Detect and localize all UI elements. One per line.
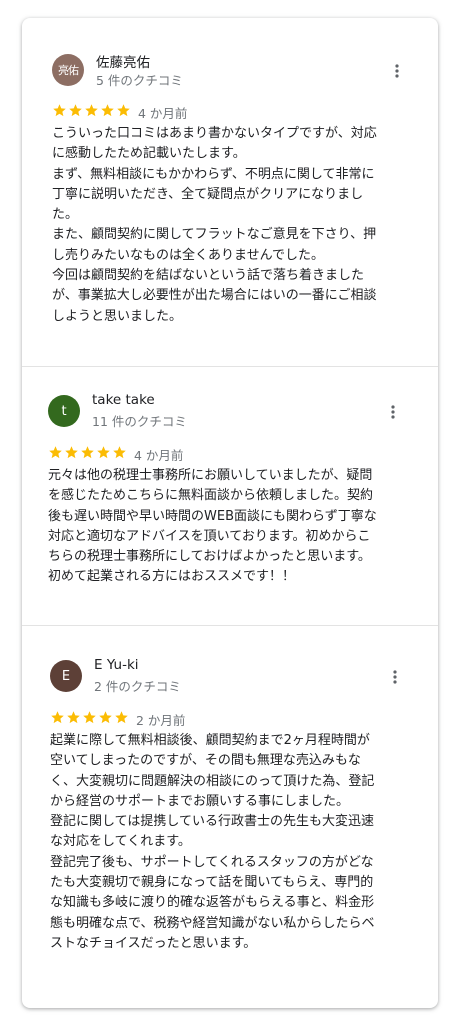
review-text-line: 後も遅い時間や早い時間のWEB面談にも関わらず丁寧な <box>48 508 377 524</box>
review-text-line: しようと思いました。 <box>52 308 183 324</box>
review-text: 起業に際して無料相談後、顧問契約まで2ヶ月程時間が 空いてしまったのですが、その間… <box>50 731 414 954</box>
review-text-line: 初めて起業される方にはおススメです！！ <box>48 569 296 585</box>
reviewer-name[interactable]: 佐藤亮佑 <box>96 51 150 71</box>
review-text-line: 今回は顧問契約を結ばないという話で落ち着きました <box>52 268 365 284</box>
star-rating <box>48 445 127 460</box>
star-icon <box>113 446 126 459</box>
star-icon <box>99 711 112 724</box>
star-icon <box>85 104 98 117</box>
star-icon <box>53 104 66 117</box>
avatar[interactable]: 亮佑 <box>52 54 84 86</box>
review-text-line: から経営のサポートまでお願いする事にしました。 <box>50 793 350 809</box>
star-icon <box>51 711 64 724</box>
review-text-line: ちらの税理士事務所にしておけばよかったと思います。 <box>48 549 371 565</box>
review-date: 2 か月前 <box>136 713 186 728</box>
star-rating <box>50 710 129 725</box>
reviewer-name[interactable]: take take <box>92 392 155 408</box>
review-text-line: 対応と適切なアドバイスを頂いております。初めからこ <box>48 528 371 544</box>
review-text: 元々は他の税理士事務所にお願いしていましたが、疑問 を感じたためこちらに無料面談か… <box>48 466 412 588</box>
review-text-line: 登記完了後も、サポートしてくれるスタッフの方がどな <box>50 854 374 870</box>
avatar[interactable]: t <box>48 395 80 427</box>
reviews-panel: 亮佑 佐藤亮佑 5 件のクチコミ 4 か月前 こういった口コミはあまり書かないタ… <box>22 18 438 1008</box>
reviewer-review-count: 5 件のクチコミ <box>96 73 183 88</box>
reviewer-review-count: 11 件のクチコミ <box>92 414 187 429</box>
review-text-line: 丁寧に説明いただき、全て疑問点がクリアになりまし <box>52 186 364 202</box>
review-text-line: な対応をしてくれます。 <box>50 834 191 850</box>
reviewer-name[interactable]: E Yu-ki <box>94 657 139 673</box>
review-text-line: 登記に関しては提携している行政書士の先生も大変迅速 <box>50 814 374 830</box>
star-icon <box>97 446 110 459</box>
review-item: E E Yu-ki 2 件のクチコミ 2 か月前 起業に際して無料相談後、顧問契… <box>22 626 438 1006</box>
star-icon <box>115 711 128 724</box>
star-icon <box>69 104 82 117</box>
review-text: こういった口コミはあまり書かないタイプですが、対応 に感動したため記載いたします。… <box>52 124 412 327</box>
review-text-line: な知識も多岐に渡り的確な返答がもらえる事と、料金形 <box>50 895 375 911</box>
review-text-line: た。 <box>52 207 79 223</box>
review-text-line: 起業に際して無料相談後、顧問契約まで2ヶ月程時間が <box>50 733 370 748</box>
star-icon <box>83 711 96 724</box>
review-text-line: に感動したため記載いたします。 <box>52 146 246 162</box>
review-text-line: 空いてしまったのですが、その間も無理な売込みもな <box>50 753 361 769</box>
more-options-icon[interactable] <box>387 61 407 81</box>
star-rating <box>52 103 131 118</box>
review-item: 亮佑 佐藤亮佑 5 件のクチコミ 4 か月前 こういった口コミはあまり書かないタ… <box>22 18 438 366</box>
star-icon <box>117 104 130 117</box>
review-text-line: が、事業拡大し必要性が出た場合にはいの一番にご相談 <box>52 288 377 304</box>
star-icon <box>67 711 80 724</box>
star-icon <box>81 446 94 459</box>
avatar[interactable]: E <box>50 660 82 692</box>
reviewer-review-count: 2 件のクチコミ <box>94 679 181 694</box>
review-date: 4 か月前 <box>138 106 188 121</box>
review-date: 4 か月前 <box>134 448 184 463</box>
review-text-line: し売りみたいなものは全くありませんでした。 <box>52 247 324 263</box>
more-options-icon[interactable] <box>385 667 405 687</box>
review-text-line: こういった口コミはあまり書かないタイプですが、対応 <box>52 126 377 141</box>
more-options-icon[interactable] <box>383 402 403 422</box>
star-icon <box>101 104 114 117</box>
review-text-line: 元々は他の税理士事務所にお願いしていましたが、疑問 <box>48 468 373 483</box>
star-icon <box>65 446 78 459</box>
review-text-line: く、大変親切に問題解決の相談にのって頂けた為、登記 <box>50 773 375 789</box>
review-text-line: 態も明確な点で、税務や経営知識がない私からしたらベ <box>50 915 375 931</box>
review-text-line: たも大変親切で親身になって話を聞いてもらえ、専門的 <box>50 875 374 891</box>
review-text-line: また、顧問契約に関してフラットなご意見を下さり、押 <box>52 227 377 243</box>
review-item: t take take 11 件のクチコミ 4 か月前 元々は他の税理士事務所に… <box>22 367 438 625</box>
review-text-line: まず、無料相談にもかかわらず、不明点に関して非常に <box>52 166 375 182</box>
review-text-line: ストなチョイスだったと思います。 <box>50 935 257 951</box>
star-icon <box>49 446 62 459</box>
review-text-line: を感じたためこちらに無料面談から依頼しました。契約 <box>48 488 374 504</box>
